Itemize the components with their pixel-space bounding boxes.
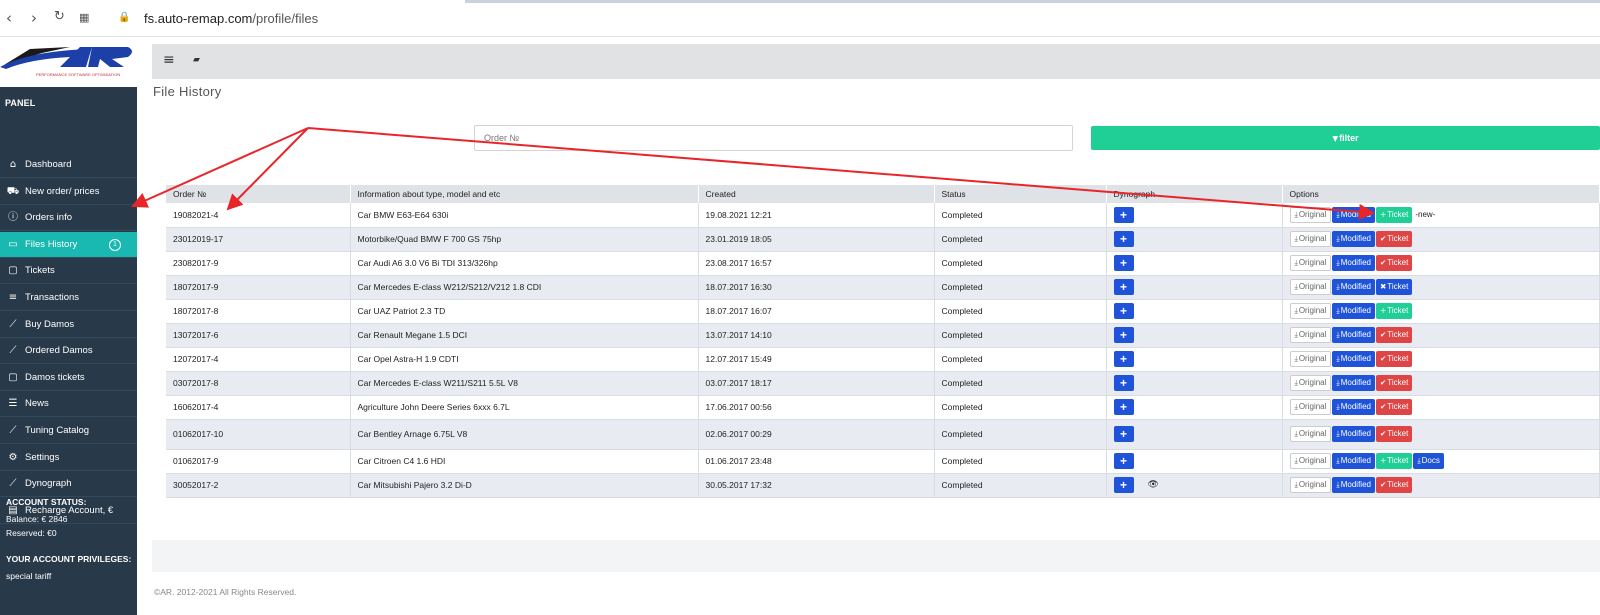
arrow-to-modified-button bbox=[307, 127, 1375, 220]
arrow-to-order-number bbox=[226, 127, 309, 211]
arrow-to-files-history bbox=[131, 127, 309, 208]
annotation-arrows bbox=[131, 127, 1375, 220]
